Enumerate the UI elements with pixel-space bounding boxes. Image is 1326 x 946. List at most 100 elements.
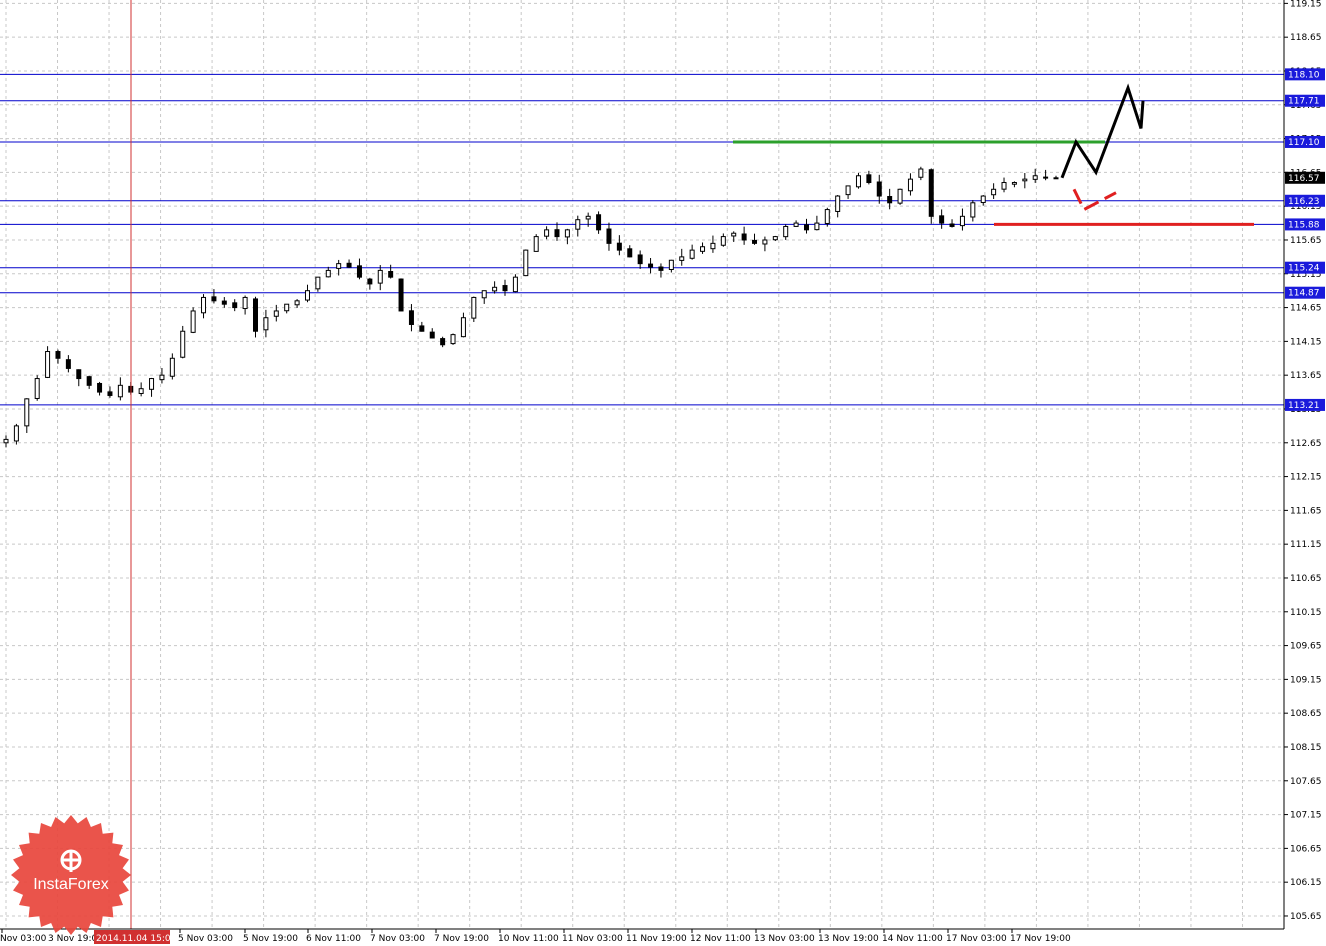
candle-body	[668, 259, 674, 271]
candle-body	[367, 278, 373, 285]
candle-body	[887, 196, 893, 204]
candle-body	[294, 300, 300, 306]
candle-body	[1043, 176, 1049, 179]
price-tick-label: 118.65	[1290, 33, 1322, 43]
candle-body	[263, 317, 269, 331]
candle-body	[450, 334, 456, 345]
candle-body	[13, 425, 19, 442]
candle-body	[824, 209, 830, 224]
candle-body	[440, 338, 446, 346]
price-tick-label: 109.15	[1290, 675, 1322, 685]
candle-body	[190, 310, 196, 333]
candle-body	[616, 242, 622, 251]
candle-body	[117, 384, 123, 398]
candle-body	[949, 223, 955, 227]
candle-body	[460, 317, 466, 338]
candle-body	[65, 359, 71, 369]
candle-body	[845, 185, 851, 196]
candle-body	[398, 278, 404, 312]
time-tick-label: 14 Nov 11:00	[882, 934, 943, 944]
candle-body	[752, 239, 758, 244]
candle-body	[585, 215, 591, 220]
level-label: 117.71	[1288, 97, 1320, 107]
price-tick-label: 107.65	[1290, 777, 1322, 787]
candle-body	[606, 228, 612, 244]
price-tick-label: 105.65	[1290, 912, 1322, 922]
candle-body	[991, 188, 997, 196]
level-label: 117.10	[1288, 138, 1320, 148]
candle-body	[97, 382, 103, 393]
candle-body	[918, 168, 924, 178]
candle-body	[544, 229, 550, 237]
candle-body	[876, 181, 882, 197]
time-tick-label: 5 Nov 03:00	[178, 934, 233, 944]
candle-body	[408, 310, 414, 325]
candle-body	[793, 222, 799, 227]
price-axis: 119.15118.65118.15117.65117.15116.65116.…	[1284, 0, 1325, 922]
level-label: 116.23	[1288, 197, 1320, 207]
instaforex-logo	[11, 815, 131, 935]
time-tick-label: 5 Nov 19:00	[243, 934, 298, 944]
candle-body	[627, 248, 633, 258]
price-tick-label: 106.15	[1290, 878, 1322, 888]
time-tick-label: 11 Nov 03:00	[562, 934, 623, 944]
candle-body	[242, 296, 248, 310]
candle-body	[679, 256, 685, 261]
candle-body	[959, 215, 965, 227]
candle-body	[159, 374, 165, 381]
price-tick-label: 112.15	[1290, 473, 1322, 483]
candle-body	[783, 225, 789, 238]
candle-body	[980, 195, 986, 204]
candle-body	[138, 388, 144, 394]
candle-body	[855, 175, 861, 188]
price-tick-label: 108.15	[1290, 743, 1322, 753]
time-tick-label: 17 Nov 03:00	[946, 934, 1007, 944]
price-tick-label: 106.65	[1290, 844, 1322, 854]
time-tick-label: 17 Nov 19:00	[1010, 934, 1071, 944]
candle-body	[762, 239, 768, 245]
candle-body	[221, 300, 227, 305]
candle-body	[76, 369, 82, 380]
candle-body	[429, 331, 435, 339]
candle-body	[253, 298, 259, 332]
candle-body	[835, 195, 841, 212]
candle-body	[523, 249, 529, 277]
time-tick-label: 13 Nov 03:00	[754, 934, 815, 944]
price-tick-label: 108.65	[1290, 709, 1322, 719]
candle-body	[939, 215, 945, 224]
current-price-label: 116.57	[1288, 174, 1320, 184]
level-label: 115.24	[1288, 264, 1320, 274]
candle-body	[512, 276, 518, 293]
candle-body	[211, 296, 217, 302]
candle-body	[315, 276, 321, 290]
candle-body	[564, 229, 570, 238]
time-tick-label: 7 Nov 19:00	[434, 934, 489, 944]
candle-body	[502, 285, 508, 292]
candle-body	[803, 224, 809, 231]
candle-body	[419, 325, 425, 332]
level-label: 118.10	[1288, 70, 1320, 80]
price-tick-label: 109.65	[1290, 642, 1322, 652]
time-tick-label: 12 Nov 11:00	[690, 934, 751, 944]
candle-body	[689, 249, 695, 259]
price-tick-label: 111.15	[1290, 540, 1322, 550]
candle-body	[377, 269, 383, 284]
time-tick-label: 10 Nov 11:00	[498, 934, 559, 944]
candle-body	[180, 330, 186, 358]
candle-body	[907, 178, 913, 192]
candle-body	[720, 236, 726, 246]
candle-body	[575, 219, 581, 230]
candle-body	[356, 265, 362, 278]
candle-body	[648, 263, 654, 268]
time-tick-label: 13 Nov 19:00	[818, 934, 879, 944]
candle-body	[325, 269, 331, 278]
time-tick-label: 7 Nov 03:00	[370, 934, 425, 944]
candle-body	[34, 378, 40, 399]
candle-body	[336, 263, 342, 269]
candle-body	[24, 398, 30, 427]
candle-body	[1001, 182, 1007, 190]
candle-body	[55, 351, 61, 359]
candle-body	[658, 266, 664, 271]
candle-body	[1053, 177, 1059, 180]
candle-body	[866, 174, 872, 184]
